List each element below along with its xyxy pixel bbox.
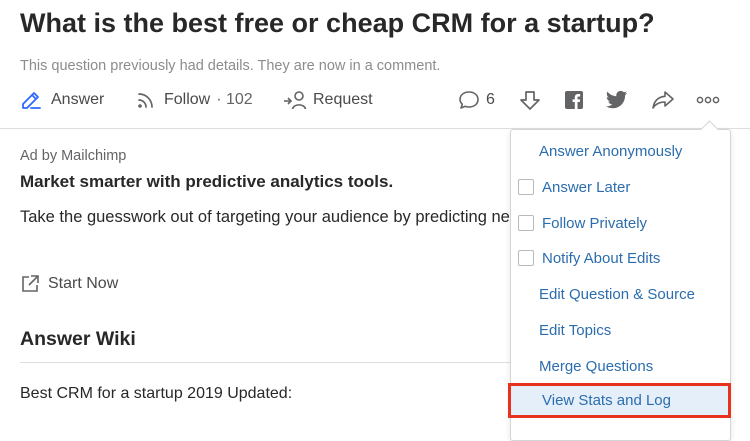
menu-item-label: Edit Topics bbox=[539, 321, 612, 339]
start-now-link[interactable]: Start Now bbox=[20, 274, 118, 294]
answer-wiki-text: Best CRM for a startup 2019 Updated: bbox=[20, 385, 293, 402]
menu-item-answer-later[interactable]: Answer Later bbox=[511, 169, 730, 205]
facebook-icon bbox=[565, 91, 583, 109]
menu-item-follow-privately[interactable]: Follow Privately bbox=[511, 205, 730, 241]
menu-item-answer-anonymously[interactable]: Answer Anonymously bbox=[511, 133, 730, 169]
follow-privately-checkbox[interactable] bbox=[518, 215, 534, 231]
external-link-icon bbox=[22, 275, 39, 292]
follow-label: Follow bbox=[164, 91, 211, 108]
question-details-note: This question previously had details. Th… bbox=[20, 58, 441, 74]
answer-later-checkbox[interactable] bbox=[518, 179, 534, 195]
ad-attribution: Ad by Mailchimp bbox=[20, 148, 127, 164]
menu-item-edit-question-source[interactable]: Edit Question & Source bbox=[511, 276, 730, 312]
more-options-button[interactable] bbox=[696, 88, 720, 112]
menu-item-label: Answer Anonymously bbox=[539, 142, 683, 160]
rss-feed-icon bbox=[138, 93, 153, 108]
request-label: Request bbox=[313, 91, 373, 108]
downvote-button[interactable] bbox=[519, 88, 541, 112]
request-button[interactable]: Request bbox=[283, 88, 373, 112]
ad-body-text: Take the guesswork out of targeting your… bbox=[20, 208, 510, 226]
menu-item-merge-questions[interactable]: Merge Questions bbox=[511, 348, 730, 384]
follow-count: · 102 bbox=[216, 91, 253, 108]
share-button[interactable] bbox=[651, 88, 675, 112]
comment-bubble-icon bbox=[459, 91, 479, 109]
ad-headline[interactable]: Market smarter with predictive analytics… bbox=[20, 172, 393, 192]
answer-wiki-heading: Answer Wiki bbox=[20, 328, 136, 350]
answer-button[interactable]: Answer bbox=[20, 88, 104, 112]
menu-item-label: Merge Questions bbox=[539, 357, 654, 375]
share-arrow-icon bbox=[652, 91, 674, 109]
downvote-arrow-icon bbox=[520, 91, 540, 110]
menu-item-label: Edit Question & Source bbox=[539, 285, 695, 303]
request-user-icon bbox=[284, 91, 307, 110]
question-title: What is the best free or cheap CRM for a… bbox=[20, 8, 655, 38]
pencil-icon bbox=[22, 92, 41, 109]
answer-label: Answer bbox=[51, 91, 105, 108]
menu-item-notify-about-edits[interactable]: Notify About Edits bbox=[511, 240, 730, 276]
comments-button[interactable]: 6 bbox=[458, 88, 495, 112]
facebook-share-button[interactable] bbox=[564, 88, 584, 112]
menu-item-label: Follow Privately bbox=[542, 214, 648, 232]
menu-item-label: Notify About Edits bbox=[542, 249, 661, 267]
twitter-share-button[interactable] bbox=[606, 88, 628, 112]
start-now-label: Start Now bbox=[48, 275, 119, 292]
wiki-divider bbox=[20, 362, 510, 363]
twitter-icon bbox=[606, 90, 628, 109]
more-options-menu: Answer Anonymously Answer Later Follow P… bbox=[508, 129, 731, 441]
menu-item-label: Answer Later bbox=[542, 178, 631, 196]
menu-item-edit-topics[interactable]: Edit Topics bbox=[511, 312, 730, 348]
menu-item-label: View Stats and Log bbox=[542, 392, 671, 409]
follow-button[interactable]: Follow · 102 bbox=[136, 88, 253, 112]
notify-edits-checkbox[interactable] bbox=[518, 250, 534, 266]
more-dots-icon bbox=[696, 96, 720, 104]
menu-item-view-stats-and-log[interactable]: View Stats and Log bbox=[508, 383, 731, 418]
comment-count: 6 bbox=[486, 91, 495, 108]
